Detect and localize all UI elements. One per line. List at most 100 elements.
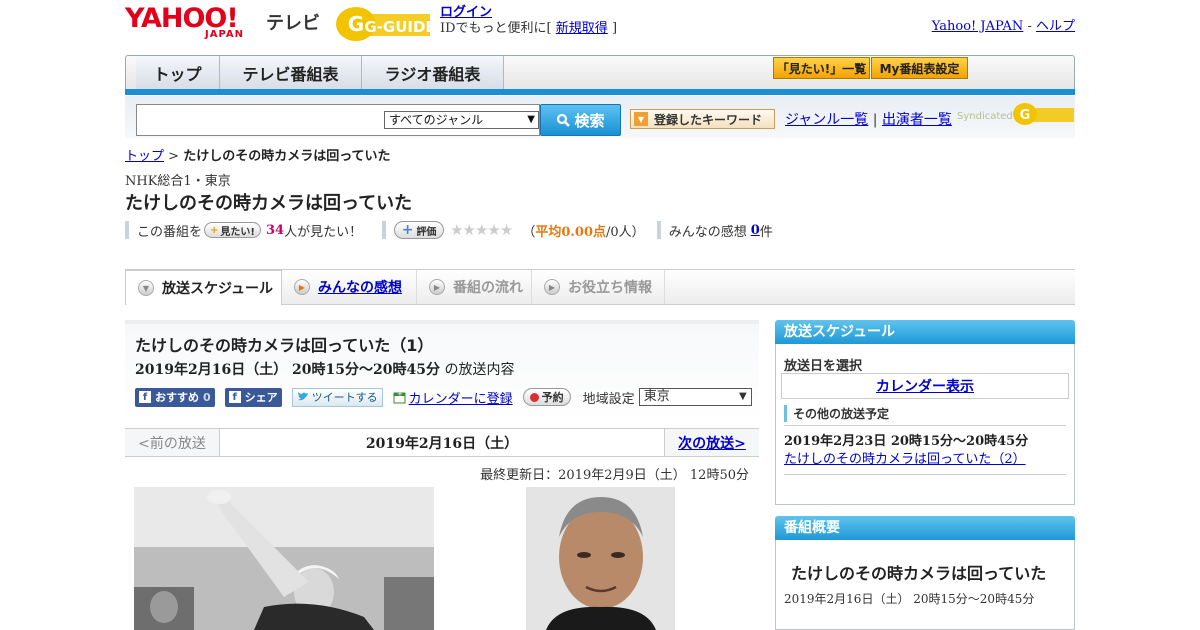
summary-time: 2019年2月16日（土） 20時15分～20時45分 bbox=[784, 592, 1035, 606]
want-count: 34 bbox=[265, 222, 285, 238]
tab-info[interactable]: ▶ お役立ち情報 bbox=[532, 270, 665, 304]
avg-open: （ bbox=[522, 224, 536, 240]
facebook-icon: f bbox=[139, 391, 151, 403]
portrait-image bbox=[526, 487, 675, 630]
play-arrow-icon: ▶ bbox=[294, 279, 310, 295]
next-broadcast-link[interactable]: 次の放送> bbox=[678, 433, 746, 453]
tweet-button[interactable]: ツイートする bbox=[291, 387, 383, 407]
calendar-view-button[interactable]: カレンダー表示 bbox=[781, 373, 1069, 399]
nav-tab-tv-schedule[interactable]: テレビ番組表 bbox=[220, 56, 362, 90]
last-updated: 最終更新日：2019年2月9日（土） 12時50分 bbox=[480, 468, 749, 483]
tab-info-label: お役立ち情報 bbox=[568, 280, 652, 296]
want-list-button[interactable]: 「見たい!」一覧 bbox=[773, 57, 870, 79]
episode-datetime-row: 2019年2月16日（土） 20時15分～20時45分 の放送内容 bbox=[135, 359, 514, 379]
reserve-label: 予約 bbox=[541, 391, 564, 404]
facebook-recommend-button[interactable]: f おすすめ 0 bbox=[135, 387, 215, 407]
cast-list-link[interactable]: 出演者一覧 bbox=[882, 112, 952, 128]
login-suffix-text: ] bbox=[611, 21, 618, 36]
yahoo-japan-logo-sub: JAPAN bbox=[205, 29, 244, 40]
search-button[interactable]: 検索 bbox=[540, 104, 621, 136]
breadcrumb-sep: > bbox=[164, 149, 184, 164]
calendar-view-link[interactable]: カレンダー表示 bbox=[876, 376, 974, 396]
login-box: ログイン IDでもっと便利に[ 新規取得 ] bbox=[440, 5, 617, 37]
episode-photo-archive bbox=[134, 487, 434, 630]
syndicated-gguide-logo: G bbox=[1013, 103, 1074, 125]
record-dot-icon bbox=[529, 392, 539, 402]
want-button-label: 見たい! bbox=[220, 226, 255, 238]
link-separator: | bbox=[872, 112, 878, 128]
reserve-button[interactable]: 予約 bbox=[522, 388, 571, 406]
tab-flow[interactable]: ▶ 番組の流れ bbox=[417, 270, 532, 304]
genre-select-value: すべてのジャンル bbox=[389, 113, 484, 127]
tv-logo-text[interactable]: テレビ bbox=[266, 9, 320, 35]
play-arrow-icon: ▶ bbox=[429, 279, 445, 295]
want-to-watch-button[interactable]: + 見たい! bbox=[204, 222, 261, 238]
tab-impressions[interactable]: ▶ みんなの感想 bbox=[282, 270, 417, 304]
episode-datetime: 2019年2月16日（土） 20時15分～20時45分 bbox=[135, 362, 440, 378]
avg-label: 平均 bbox=[535, 224, 562, 240]
chevron-down-icon: ▼ bbox=[138, 280, 154, 296]
avg-value: 0.00点 bbox=[561, 224, 607, 240]
gguide-logo[interactable]: G G-GUIDE bbox=[334, 5, 432, 43]
other-broadcast-link[interactable]: たけしのその時カメラは回っていた（2） bbox=[784, 452, 1026, 467]
select-date-label: 放送日を選択 bbox=[784, 359, 863, 374]
episode-datetime-suffix: の放送内容 bbox=[440, 362, 515, 378]
rate-button[interactable]: + 評価 bbox=[394, 221, 445, 239]
sidebar-summary-heading: 番組概要 bbox=[775, 516, 1075, 540]
search-links: ジャンル一覧 | 出演者一覧 bbox=[785, 109, 952, 129]
nav-tab-radio-schedule[interactable]: ラジオ番組表 bbox=[362, 56, 504, 90]
calendar-register-link[interactable]: カレンダーに登録 bbox=[409, 388, 513, 407]
other-broadcasts-label: その他の放送予定 bbox=[784, 405, 889, 422]
breadcrumb-top-link[interactable]: トップ bbox=[125, 149, 164, 164]
my-schedule-settings-button[interactable]: My番組表設定 bbox=[871, 57, 968, 79]
calendar-add-icon: + bbox=[393, 390, 406, 404]
header-link-sep: - bbox=[1023, 19, 1036, 34]
play-arrow-icon: ▶ bbox=[544, 279, 560, 295]
register-link[interactable]: 新規取得 bbox=[556, 21, 608, 36]
page-title: たけしのその時カメラは回っていた bbox=[125, 193, 413, 214]
nav-tab-top[interactable]: トップ bbox=[136, 56, 220, 90]
other-broadcast-date: 2019年2月23日 20時15分～20時45分 bbox=[784, 434, 1029, 449]
calendar-register[interactable]: + カレンダーに登録 bbox=[393, 388, 513, 407]
region-label: 地域設定 bbox=[582, 391, 635, 407]
region-select-value: 東京 bbox=[643, 389, 670, 404]
sidebar-summary-box bbox=[775, 540, 1075, 630]
facebook-icon: f bbox=[228, 391, 241, 403]
login-link[interactable]: ログイン bbox=[440, 5, 492, 20]
twitter-bird-icon bbox=[297, 392, 308, 401]
next-broadcast[interactable]: 次の放送> bbox=[664, 429, 759, 456]
genre-list-link[interactable]: ジャンル一覧 bbox=[785, 112, 868, 128]
saved-keywords-label: 登録したキーワード bbox=[654, 112, 763, 127]
divider bbox=[784, 425, 1066, 426]
breadcrumb: トップ > たけしのその時カメラは回っていた bbox=[125, 145, 391, 164]
facebook-share-button[interactable]: f シェア bbox=[224, 387, 282, 407]
station-label: NHK総合1・東京 bbox=[125, 174, 231, 189]
divider bbox=[784, 474, 1066, 475]
plus-icon: + bbox=[401, 222, 414, 238]
sidebar-schedule-heading: 放送スケジュール bbox=[775, 320, 1075, 344]
other-broadcast-link-wrap: たけしのその時カメラは回っていた（2） bbox=[784, 448, 1026, 467]
chevron-down-icon: ▼ bbox=[738, 391, 747, 402]
tab-schedule[interactable]: ▼ 放送スケジュール bbox=[125, 269, 282, 305]
impressions-suffix: 件 bbox=[759, 224, 773, 240]
share-row: f おすすめ 0 f シェア ツイートする + カレンダーに登録 予約 地域設定… bbox=[135, 387, 752, 407]
tab-schedule-label: 放送スケジュール bbox=[162, 281, 274, 297]
share-label: シェア bbox=[244, 391, 278, 404]
impressions-count-link[interactable]: 0 bbox=[751, 223, 760, 238]
genre-select[interactable]: すべてのジャンル ▼ bbox=[384, 111, 539, 129]
help-link[interactable]: ヘルプ bbox=[1036, 19, 1075, 34]
triangle-down-icon: ▼ bbox=[634, 112, 648, 126]
tab-impressions-link[interactable]: みんなの感想 bbox=[318, 277, 402, 297]
divider bbox=[656, 221, 661, 239]
yahoo-japan-link[interactable]: Yahoo! JAPAN bbox=[932, 19, 1024, 34]
saved-keywords-button[interactable]: ▼ 登録したキーワード bbox=[630, 109, 775, 129]
svg-text:G: G bbox=[348, 12, 364, 36]
current-broadcast-date: 2019年2月16日（土） bbox=[220, 429, 664, 456]
rate-button-label: 評価 bbox=[416, 226, 437, 238]
this-program-label: この番組を bbox=[137, 224, 203, 240]
divider bbox=[125, 221, 129, 239]
rating-row: この番組を + 見たい! 34 人が見たい！ + 評価 ★★★★★ （ 平均 0.00… bbox=[125, 220, 773, 240]
want-count-suffix: 人が見たい！ bbox=[284, 224, 363, 240]
avg-suffix: /0人） bbox=[606, 224, 645, 240]
region-select[interactable]: 東京 ▼ bbox=[638, 388, 752, 406]
